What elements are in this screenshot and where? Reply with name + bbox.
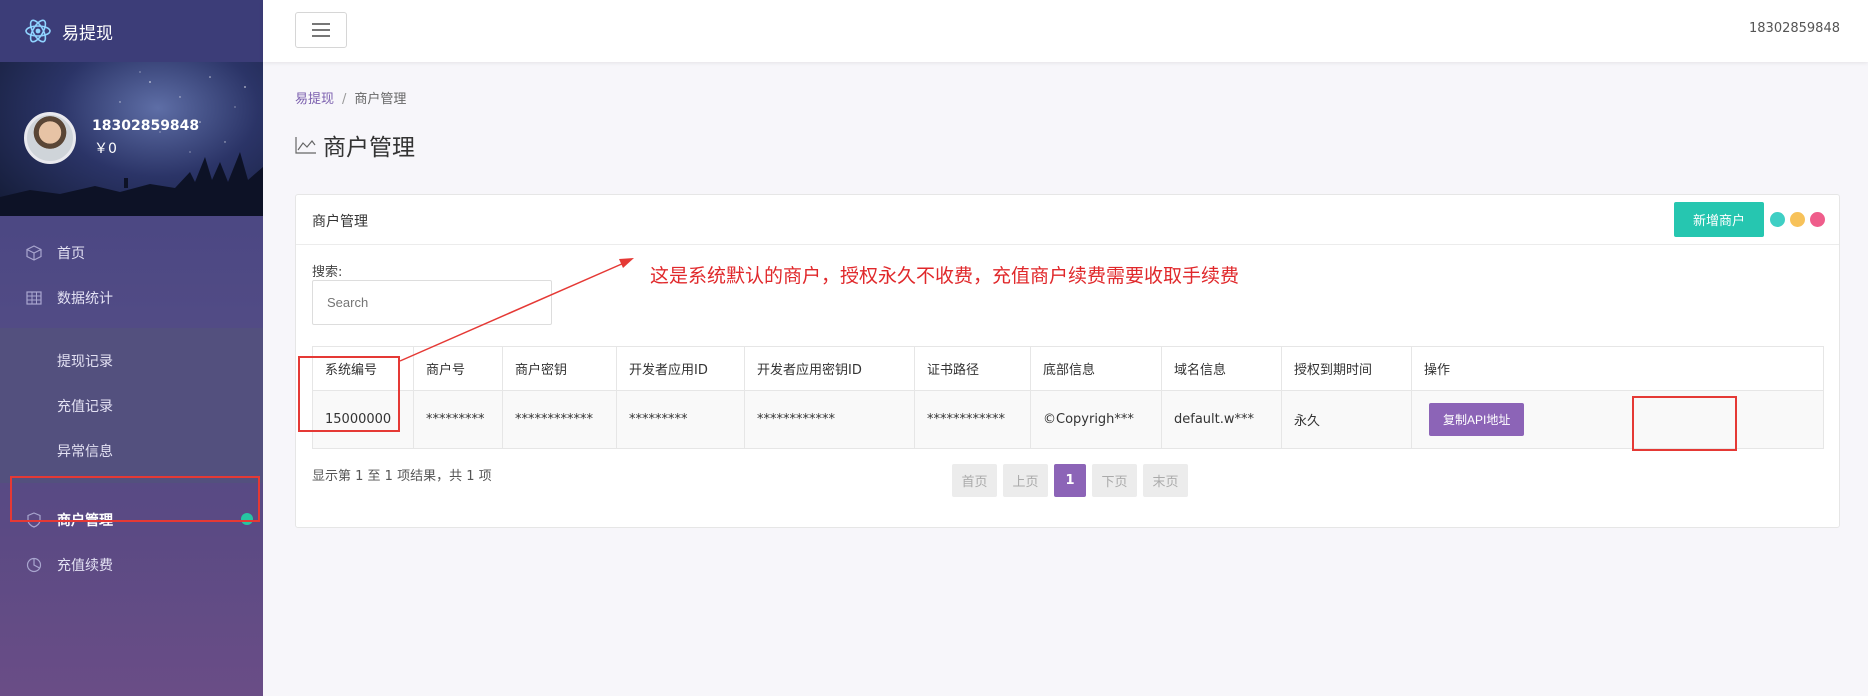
atom-logo-icon bbox=[25, 19, 51, 43]
page-title-text: 商户管理 bbox=[323, 135, 415, 161]
table-cell: default.w*** bbox=[1161, 390, 1282, 449]
copy-api-address-button[interactable]: 复制API地址 bbox=[1429, 403, 1525, 436]
pagination: 首页 上页 1 下页 末页 bbox=[952, 464, 1188, 497]
table-row: 15000000 ********* ************ ********… bbox=[312, 390, 1824, 449]
column-header[interactable]: 域名信息 bbox=[1161, 346, 1282, 391]
annotation-highlight-box bbox=[10, 476, 260, 522]
column-header[interactable]: 操作 bbox=[1411, 346, 1824, 391]
sidebar-item-recharge-renew[interactable]: 充值续费 bbox=[0, 542, 263, 587]
search-label: 搜索: bbox=[312, 265, 343, 280]
search-input[interactable] bbox=[312, 280, 552, 325]
sidebar-item-recharge-records[interactable]: 充值记录 bbox=[0, 383, 263, 428]
card-header: 商户管理 新增商户 bbox=[296, 195, 1839, 245]
profile-panel: 18302859848 ￥0 bbox=[0, 62, 263, 216]
profile-username: 18302859848 bbox=[92, 118, 200, 134]
sidebar-item-label: 异常信息 bbox=[57, 443, 113, 460]
table-cell: ************ bbox=[914, 390, 1031, 449]
pager-prev-button[interactable]: 上页 bbox=[1003, 464, 1048, 497]
breadcrumb-current: 商户管理 bbox=[354, 92, 407, 107]
sidebar-item-home[interactable]: 首页 bbox=[0, 230, 263, 275]
sidebar-item-label: 充值记录 bbox=[57, 398, 113, 415]
pager-first-button[interactable]: 首页 bbox=[952, 464, 997, 497]
profile-balance: ￥0 bbox=[94, 141, 117, 157]
breadcrumb-home-link[interactable]: 易提现 bbox=[295, 92, 334, 107]
breadcrumb-separator: / bbox=[342, 92, 347, 107]
table-cell: ********* bbox=[413, 390, 503, 449]
column-header[interactable]: 开发者应用ID bbox=[616, 346, 745, 391]
sidebar-item-withdraw-records[interactable]: 提现记录 bbox=[0, 338, 263, 383]
collapse-dot-icon[interactable] bbox=[1770, 212, 1785, 227]
column-header[interactable]: 底部信息 bbox=[1030, 346, 1162, 391]
add-merchant-button[interactable]: 新增商户 bbox=[1674, 202, 1764, 237]
stats-submenu: 提现记录 充值记录 异常信息 bbox=[0, 328, 263, 483]
sidebar-item-label: 提现记录 bbox=[57, 353, 113, 370]
card-controls bbox=[1770, 212, 1825, 227]
merchant-table: 系统编号 商户号 商户密钥 开发者应用ID 开发者应用密钥ID 证书路径 底部信… bbox=[312, 346, 1824, 449]
sidebar: 易提现 18302859848 ￥0 首页 数据统计 提现记录 充值记录 异常信… bbox=[0, 0, 263, 696]
pager-last-button[interactable]: 末页 bbox=[1143, 464, 1188, 497]
sidebar-item-label: 充值续费 bbox=[57, 557, 113, 574]
cube-icon bbox=[24, 243, 44, 263]
table-cell: ©Copyrigh*** bbox=[1030, 390, 1162, 449]
sidebar-item-label: 首页 bbox=[57, 245, 85, 262]
pager-current-page[interactable]: 1 bbox=[1054, 464, 1086, 497]
sidebar-item-label: 数据统计 bbox=[57, 290, 113, 307]
page-title: 商户管理 bbox=[295, 128, 415, 162]
topbar: 18302859848 bbox=[263, 0, 1868, 62]
hamburger-line bbox=[312, 35, 330, 37]
table-cell: 永久 bbox=[1281, 390, 1412, 449]
pie-chart-icon bbox=[24, 555, 44, 575]
annotation-highlight-box bbox=[1632, 396, 1737, 451]
table-cell: ********* bbox=[616, 390, 745, 449]
column-header[interactable]: 商户号 bbox=[413, 346, 503, 391]
pager-next-button[interactable]: 下页 bbox=[1092, 464, 1137, 497]
card-title: 商户管理 bbox=[312, 214, 368, 230]
sidebar-menu: 首页 数据统计 bbox=[0, 216, 263, 320]
area-chart-icon bbox=[295, 137, 316, 154]
sidebar-item-exceptions[interactable]: 异常信息 bbox=[0, 428, 263, 473]
annotation-text: 这是系统默认的商户，授权永久不收费，充值商户续费需要收取手续费 bbox=[650, 265, 1240, 287]
annotation-highlight-box bbox=[298, 356, 400, 432]
table-cell-actions: 复制API地址 bbox=[1411, 390, 1824, 449]
column-header[interactable]: 开发者应用密钥ID bbox=[744, 346, 915, 391]
table-cell: ************ bbox=[744, 390, 915, 449]
refresh-dot-icon[interactable] bbox=[1790, 212, 1805, 227]
brand-name: 易提现 bbox=[62, 23, 113, 44]
menu-toggle-button[interactable] bbox=[295, 12, 347, 48]
hamburger-line bbox=[312, 23, 330, 25]
result-info: 显示第 1 至 1 项结果，共 1 项 bbox=[312, 469, 492, 484]
close-dot-icon[interactable] bbox=[1810, 212, 1825, 227]
breadcrumb: 易提现 / 商户管理 bbox=[295, 88, 406, 107]
brand[interactable]: 易提现 bbox=[0, 0, 263, 62]
column-header[interactable]: 证书路径 bbox=[914, 346, 1031, 391]
sidebar-item-stats[interactable]: 数据统计 bbox=[0, 275, 263, 320]
table-cell: ************ bbox=[502, 390, 617, 449]
hamburger-line bbox=[312, 29, 330, 31]
avatar[interactable] bbox=[24, 112, 76, 164]
column-header[interactable]: 授权到期时间 bbox=[1281, 346, 1412, 391]
merchant-card: 商户管理 新增商户 搜索: 这是系统默认的商户，授权永久不收费，充值商户续费需要… bbox=[295, 194, 1840, 528]
table-icon bbox=[24, 288, 44, 308]
table-header-row: 系统编号 商户号 商户密钥 开发者应用ID 开发者应用密钥ID 证书路径 底部信… bbox=[312, 346, 1824, 391]
topbar-username[interactable]: 18302859848 bbox=[1749, 21, 1840, 36]
column-header[interactable]: 商户密钥 bbox=[502, 346, 617, 391]
